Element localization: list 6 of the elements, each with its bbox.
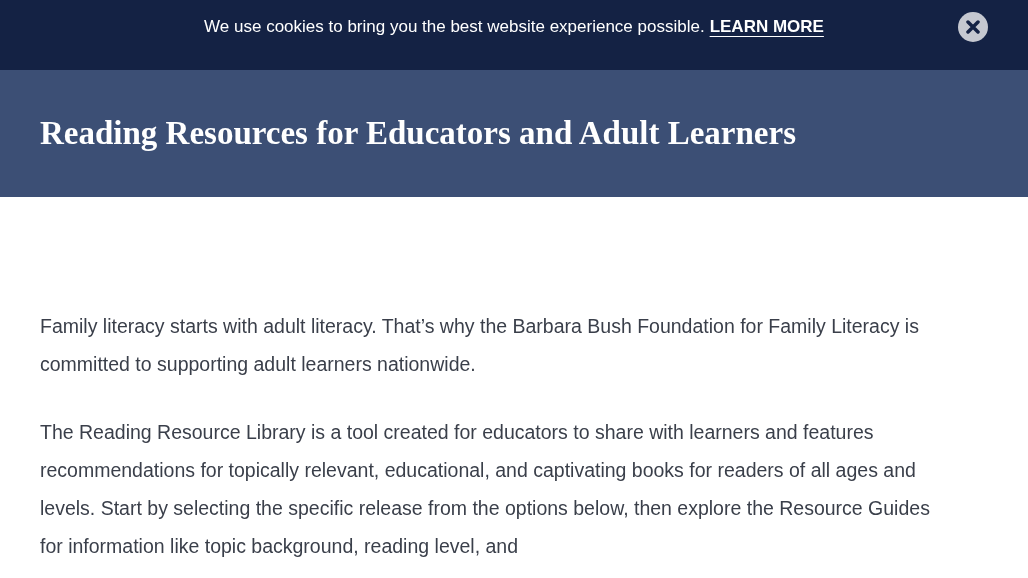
cookie-message: We use cookies to bring you the best website experience possible. [204,16,705,38]
learn-more-link[interactable]: LEARN MORE [709,14,824,40]
body-paragraph: The Reading Resource Library is a tool created for educators to share with learners and features recommendations for topically relevant, educational, and captivating books for readers of all ages and levels. Start by selecting the specific release from the options below, then explore the Resource Guides for information like topic background, reading level, and [40,420,931,559]
close-icon[interactable] [958,12,988,42]
page-title: Reading Resources for Educators and Adult Learners [40,113,796,153]
body-paragraph: Family literacy starts with adult literacy. That’s why the Barbara Bush Foundation for Family Literacy is committed to supporting adult learners nationwide. [40,314,920,377]
